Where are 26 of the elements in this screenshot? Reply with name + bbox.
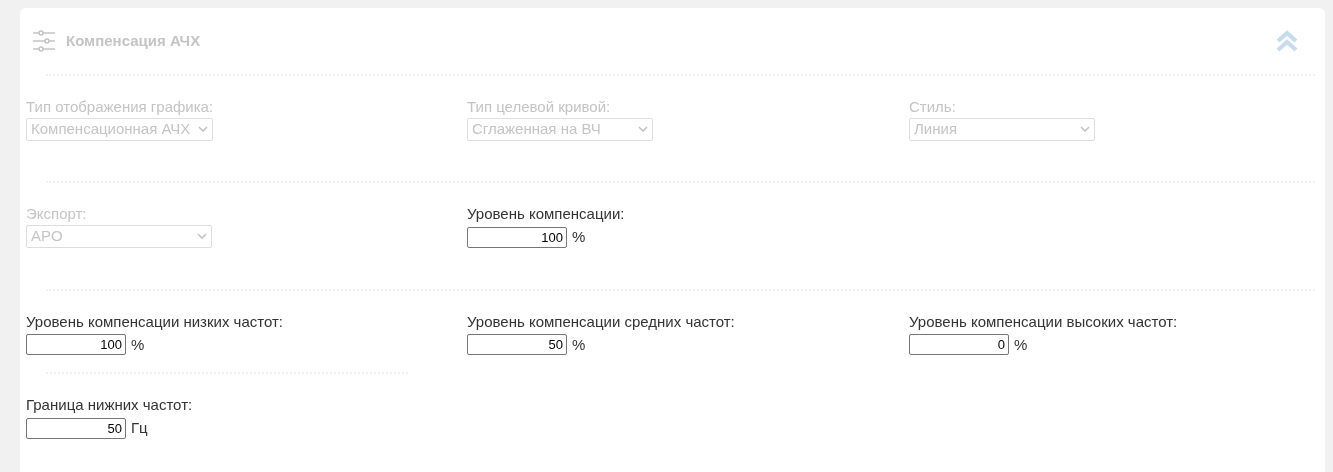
sliders-icon (32, 29, 56, 53)
collapse-button[interactable] (1275, 30, 1299, 52)
unit-label: % (572, 227, 586, 247)
number-field[interactable]: 100 (467, 226, 567, 248)
unit-label: % (572, 334, 586, 355)
field-label: Тип целевой кривой: (467, 98, 611, 116)
panel-title: Компенсация АЧХ (66, 30, 201, 51)
unit-label: % (131, 334, 145, 355)
number-field[interactable]: 0 (909, 334, 1009, 356)
field-label: Экспорт: (26, 205, 87, 223)
chevron-down-icon (197, 233, 207, 240)
field-label: Граница нижних частот: (26, 396, 193, 414)
field-label: Уровень компенсации низких частот: (26, 312, 283, 331)
unit-label: % (1014, 334, 1028, 355)
field-label: Уровень компенсации: (467, 205, 625, 223)
number-field[interactable]: 50 (467, 334, 567, 356)
field-label: Стиль: (909, 98, 956, 116)
number-field[interactable]: 50 (26, 417, 126, 439)
chevron-down-icon (1080, 126, 1090, 133)
unit-label: Гц (131, 418, 148, 438)
chevron-down-icon (638, 126, 648, 133)
field-label: Уровень компенсации средних частот: (467, 312, 735, 331)
number-field[interactable]: 100 (26, 334, 126, 356)
field-label: Уровень компенсации высоких частот: (909, 312, 1178, 331)
field-label: Тип отображения графика: (26, 98, 214, 116)
chevron-down-icon (198, 126, 209, 133)
